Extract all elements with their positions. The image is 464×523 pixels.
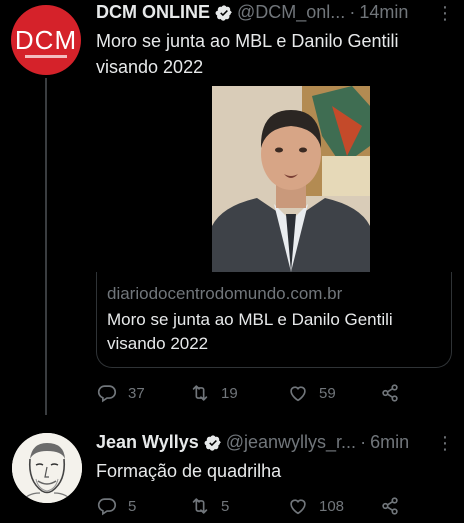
link-card-domain: diariodocentrodomundo.com.br [107, 284, 343, 303]
like-button[interactable]: 108 [287, 495, 379, 517]
thread-line [45, 78, 47, 415]
tweet-text: Moro se junta ao MBL e Danilo Gentili vi… [96, 28, 398, 80]
timestamp[interactable]: 6min [370, 432, 409, 453]
avatar-logo-subtext [25, 55, 67, 58]
tweet-actions: 5 5 108 [96, 495, 411, 517]
share-icon [382, 384, 398, 402]
avatar[interactable]: DCM [11, 5, 81, 75]
reply-icon [97, 498, 117, 516]
tweet-text-line: Moro se junta ao MBL e Danilo Gentili [96, 31, 399, 51]
tweet-actions: 37 19 59 [96, 382, 411, 404]
like-count: 108 [319, 497, 345, 515]
retweet-count: 19 [221, 384, 238, 402]
tweet-photo[interactable] [212, 86, 370, 272]
retweet-button[interactable]: 5 [189, 495, 287, 517]
like-button[interactable]: 59 [287, 382, 379, 404]
author-handle[interactable]: @jeanwyllys_r... [226, 432, 356, 453]
reply-count: 37 [128, 384, 145, 402]
reply-count: 5 [128, 497, 137, 515]
link-card[interactable]: diariodocentrodomundo.com.br Moro se jun… [96, 272, 452, 368]
verified-badge-icon [204, 434, 221, 451]
reply-button[interactable]: 37 [96, 382, 189, 404]
like-icon [290, 499, 306, 515]
timestamp[interactable]: 14min [359, 2, 408, 23]
author-name[interactable]: DCM ONLINE [96, 2, 210, 23]
reply-icon [97, 385, 117, 403]
like-icon [290, 386, 306, 402]
avatar[interactable] [12, 433, 82, 503]
retweet-icon [192, 385, 208, 401]
tweet-dcm[interactable]: DCM DCM ONLINE @DCM_onl... · 14min ⋮ Mor… [0, 0, 464, 415]
retweet-count: 5 [221, 497, 230, 515]
share-icon [382, 497, 398, 515]
more-icon[interactable]: ⋮ [436, 434, 454, 452]
tweet-jean-wyllys[interactable]: Jean Wyllys @jeanwyllys_r... · 6min ⋮ Fo… [0, 420, 464, 523]
tweet-header: Jean Wyllys @jeanwyllys_r... · 6min [96, 432, 409, 453]
like-count: 59 [319, 384, 336, 402]
link-card-title-line: Moro se junta ao MBL e Danilo Gentili [107, 310, 393, 329]
reply-button[interactable]: 5 [96, 495, 189, 517]
portrait-drawing [12, 433, 82, 503]
link-card-title: Moro se junta ao MBL e Danilo Gentili vi… [107, 308, 443, 356]
tweet-header: DCM ONLINE @DCM_onl... · 14min [96, 2, 408, 23]
author-handle[interactable]: @DCM_onl... [237, 2, 345, 23]
author-name[interactable]: Jean Wyllys [96, 432, 199, 453]
verified-badge-icon [215, 4, 232, 21]
tweet-text-line: Formação de quadrilha [96, 461, 282, 481]
share-button[interactable] [379, 382, 411, 404]
tweet-text: Formação de quadrilha [96, 458, 281, 484]
retweet-button[interactable]: 19 [189, 382, 287, 404]
separator-dot: · [349, 2, 356, 22]
link-card-title-line: visando 2022 [107, 334, 209, 353]
more-icon[interactable]: ⋮ [436, 4, 454, 22]
retweet-icon [192, 498, 208, 514]
tweet-text-line: visando 2022 [96, 57, 204, 77]
avatar-logo-text: DCM [14, 25, 78, 55]
share-button[interactable] [379, 495, 411, 517]
separator-dot: · [360, 432, 367, 452]
